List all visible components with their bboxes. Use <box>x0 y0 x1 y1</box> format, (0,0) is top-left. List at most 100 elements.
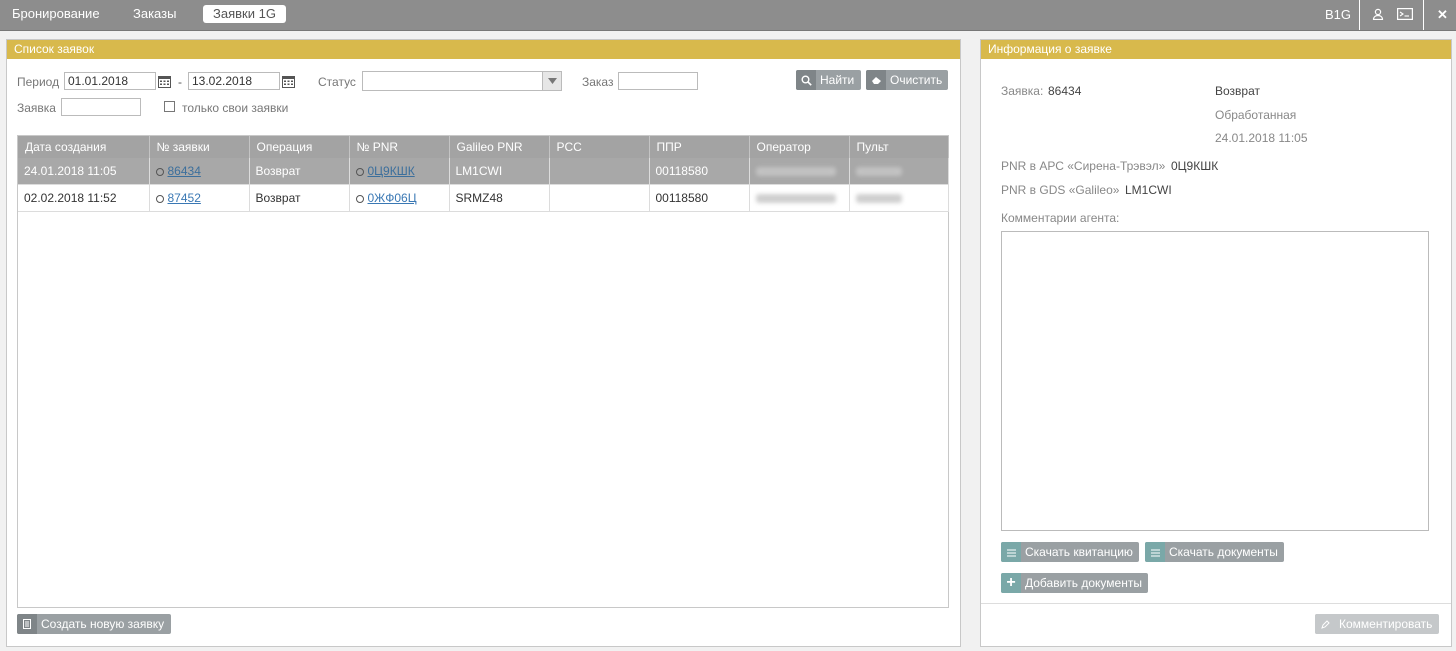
search-icon <box>796 70 816 90</box>
cell-pcc <box>549 184 650 212</box>
redacted-text <box>855 194 902 204</box>
calendar-icon[interactable] <box>156 72 172 90</box>
chevron-down-icon[interactable] <box>542 72 561 90</box>
expand-icon[interactable] <box>355 194 364 203</box>
cell-date: 02.02.2018 11:52 <box>18 184 150 212</box>
apc-pnr-value: 0Ц9КШК <box>1171 159 1219 173</box>
tab-requests-1g[interactable]: Заявки 1G <box>203 5 286 23</box>
clear-button-label: Очистить <box>890 73 943 87</box>
document-icon <box>17 614 37 634</box>
tab-orders[interactable]: Заказы <box>123 5 186 23</box>
status-value: Обработанная <box>1215 108 1297 122</box>
gds-pnr-value: LM1CWI <box>1125 183 1172 197</box>
column-header[interactable]: Операция <box>249 136 350 158</box>
table-row[interactable]: 02.02.2018 11:52 87452 Возврат 0ЖФ06Ц SR… <box>18 184 949 212</box>
add-documents-button[interactable]: + Добавить документы <box>1001 573 1148 593</box>
redacted-text <box>855 167 902 177</box>
eraser-icon <box>866 70 886 90</box>
download-receipt-button[interactable]: Скачать квитанцию <box>1001 542 1139 562</box>
list-icon <box>1145 542 1165 562</box>
pnr-link[interactable]: 0Ц9КШК <box>368 164 415 178</box>
cell-operator <box>749 158 850 185</box>
create-request-label: Создать новую заявку <box>41 617 165 631</box>
comment-button[interactable]: Комментировать <box>1315 614 1439 634</box>
cell-pnr: 0Ц9КШК <box>349 158 450 185</box>
cell-ppr: 00118580 <box>649 158 750 185</box>
download-documents-label: Скачать документы <box>1169 545 1278 559</box>
comments-textarea[interactable] <box>1001 231 1429 531</box>
cell-pcc <box>549 158 650 185</box>
status-label: Статус <box>318 75 356 89</box>
cell-desk <box>849 158 949 185</box>
current-user-label: B1G <box>1325 7 1352 22</box>
comments-label: Комментарии агента: <box>1001 211 1120 225</box>
table-header-row: Дата создания № заявки Операция № PNR Ga… <box>18 136 949 158</box>
pnr-link[interactable]: 0ЖФ06Ц <box>368 191 417 205</box>
column-header[interactable]: Дата создания <box>18 136 150 158</box>
cell-pnr: 0ЖФ06Ц <box>349 184 450 212</box>
add-documents-label: Добавить документы <box>1025 576 1142 590</box>
gds-pnr-label: PNR в GDS «Galileo» <box>1001 183 1120 197</box>
expand-icon[interactable] <box>155 194 164 203</box>
divider <box>1423 0 1424 30</box>
calendar-icon[interactable] <box>280 72 296 90</box>
divider <box>1359 0 1360 30</box>
column-header[interactable]: Оператор <box>749 136 850 158</box>
expand-icon[interactable] <box>155 167 164 176</box>
requests-table: Дата создания № заявки Операция № PNR Ga… <box>17 135 949 608</box>
expand-icon[interactable] <box>355 167 364 176</box>
table-row[interactable]: 24.01.2018 11:05 86434 Возврат 0Ц9КШК LM… <box>18 158 949 185</box>
date-separator: - <box>178 75 182 89</box>
cell-request-number: 86434 <box>149 158 250 185</box>
cell-galileo-pnr: SRMZ48 <box>449 184 550 212</box>
date-from-input[interactable]: 01.01.2018 <box>64 72 156 90</box>
find-button[interactable]: Найти <box>796 70 861 90</box>
panel-title: Список заявок <box>7 40 960 59</box>
own-only-checkbox[interactable] <box>164 101 175 112</box>
cell-request-number: 87452 <box>149 184 250 212</box>
period-label: Период <box>17 75 60 89</box>
order-input[interactable] <box>618 72 698 90</box>
status-select[interactable] <box>362 71 562 91</box>
cell-ppr: 00118580 <box>649 184 750 212</box>
close-icon[interactable]: ✕ <box>1437 0 1448 30</box>
column-header[interactable]: Galileo PNR <box>449 136 550 158</box>
column-header[interactable]: Пульт <box>849 136 949 158</box>
create-request-button[interactable]: Создать новую заявку <box>17 614 171 634</box>
column-header[interactable]: № заявки <box>149 136 250 158</box>
request-link[interactable]: 87452 <box>168 191 201 205</box>
request-input[interactable] <box>61 98 141 116</box>
apc-pnr-label: PNR в АРС «Сирена-Трэвэл» <box>1001 159 1166 173</box>
order-label: Заказ <box>582 75 614 89</box>
request-link[interactable]: 86434 <box>168 164 201 178</box>
download-receipt-label: Скачать квитанцию <box>1025 545 1133 559</box>
date-to-input[interactable]: 13.02.2018 <box>188 72 280 90</box>
column-header[interactable]: № PNR <box>349 136 450 158</box>
clear-button[interactable]: Очистить <box>866 70 948 90</box>
request-number-label: Заявка: <box>1001 84 1044 98</box>
request-number-value: 86434 <box>1048 84 1082 98</box>
redacted-text <box>755 167 836 177</box>
operation-value: Возврат <box>1215 84 1260 98</box>
divider <box>981 603 1451 604</box>
cell-galileo-pnr: LM1CWI <box>449 158 550 185</box>
comment-button-label: Комментировать <box>1339 617 1433 631</box>
list-icon <box>1001 542 1021 562</box>
panel-title: Информация о заявке <box>981 40 1451 59</box>
plus-icon: + <box>1001 573 1021 593</box>
redacted-text <box>755 194 836 204</box>
top-navigation-bar: Бронирование Заказы Заявки 1G B1G ✕ <box>0 0 1456 31</box>
cell-date: 24.01.2018 11:05 <box>18 158 150 185</box>
request-label: Заявка <box>17 101 56 115</box>
pencil-icon <box>1315 614 1335 634</box>
column-header[interactable]: PCC <box>549 136 650 158</box>
cell-operation: Возврат <box>249 184 350 212</box>
download-documents-button[interactable]: Скачать документы <box>1145 542 1284 562</box>
cell-operator <box>749 184 850 212</box>
user-icon[interactable] <box>1372 1 1384 31</box>
tab-booking[interactable]: Бронирование <box>2 5 110 23</box>
find-button-label: Найти <box>820 73 855 87</box>
column-header[interactable]: ППР <box>649 136 750 158</box>
cell-operation: Возврат <box>249 158 350 185</box>
mail-icon[interactable] <box>1397 1 1414 31</box>
